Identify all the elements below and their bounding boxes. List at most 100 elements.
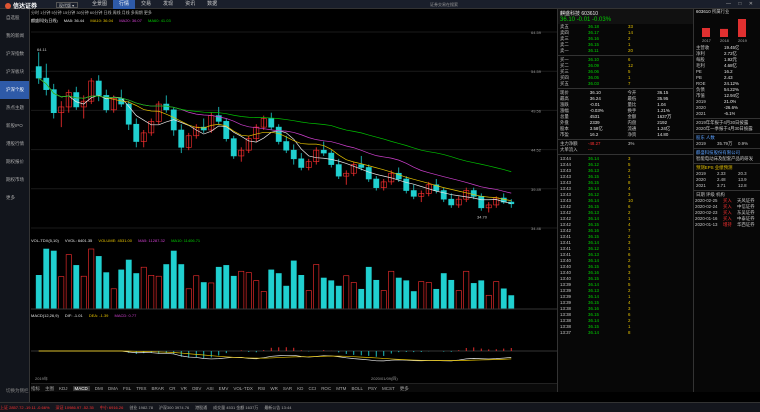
version-select[interactable]: 现代版 ▾ [56, 2, 78, 8]
sidebar-item-3[interactable]: 沪深板块 [0, 63, 29, 81]
indicator-tab-1[interactable]: 主图 [45, 386, 54, 391]
sidebar-item-8[interactable]: 期权报价 [0, 153, 29, 171]
company-business: 智能电动床及配套产品的研发 [696, 156, 754, 161]
nav-tab-0[interactable]: 全景图 [86, 0, 113, 9]
indicator-tab-4[interactable]: DMI [95, 386, 103, 391]
kline-svg[interactable]: 64.59 54.59 49.56 44.52 39.49 34.46 64.11 34.70 [31, 24, 557, 236]
volume-bar [485, 294, 492, 310]
volume-bar [350, 282, 357, 310]
volume-bar [305, 290, 312, 310]
flow-row-cell: --- [588, 147, 593, 152]
candle-body [230, 138, 237, 157]
indicator-tab-2[interactable]: KDJ [59, 386, 68, 391]
volume-bar [178, 264, 185, 310]
sidebar-item-9[interactable]: 期权市场 [0, 171, 29, 189]
rating-cell: 华西证券 [737, 222, 755, 227]
flow-row-cell [626, 147, 666, 153]
sidebar-item-10[interactable]: 更多 [0, 189, 29, 207]
vol-legend: VOL-TDX(5,10) VVOL: 6401.35 VOLUME: 4531… [31, 237, 557, 244]
indicator-tab-17[interactable]: SAR [283, 386, 292, 391]
indicator-tab-15[interactable]: RSI [258, 386, 266, 391]
indicator-tab-6[interactable]: FSL [123, 386, 131, 391]
tick-row-cell: 13:37 [560, 330, 571, 335]
volume-bar [335, 285, 342, 310]
sidebar: 自选股 我的新闻 沪深指数 沪深板块 沪深个股 热点主题 新股IPO 港股行情 期权报价 期权市场… [0, 9, 30, 402]
macd-legend: MACD(12,26,9) DIF: -1.01 DEA: -1.39 MACD… [31, 312, 557, 319]
volume-bar [298, 274, 305, 310]
volume-bar [110, 288, 117, 310]
y-tick: 39.49 [531, 187, 542, 192]
flow-row: 大单流入 --- [558, 147, 693, 153]
window-controls[interactable]: — □ ✕ [726, 1, 756, 7]
nav-tab-1[interactable]: 行情 [113, 0, 136, 9]
volume-bar [80, 275, 87, 310]
status-item-2: 中小 6916.26 [99, 405, 124, 410]
indicator-tab-0[interactable]: 指标 [31, 386, 40, 391]
nav-tab-5[interactable]: 数据 [201, 0, 223, 9]
indicator-tab-8[interactable]: BRAR [152, 386, 165, 391]
indicator-tab-16[interactable]: WR [270, 386, 278, 391]
volume-bar [35, 274, 42, 310]
sidebar-item-4[interactable]: 沪深个股 [0, 81, 29, 99]
indicator-tab-5[interactable]: DMA [108, 386, 118, 391]
nav-tab-3[interactable]: 发现 [157, 0, 179, 9]
profit-bar-year: 2019 [738, 38, 748, 43]
nav-tab-2[interactable]: 交易 [135, 0, 157, 9]
top-bar: 信达证券 现代版 ▾ 全景图 行情 交易 发现 资讯 数据 证券交易在搜索 — □ ✕ [0, 0, 760, 10]
indicator-tab-20[interactable]: ROC [321, 386, 331, 391]
indicator-tab-3[interactable]: MACD [72, 386, 90, 391]
kline-chart-area[interactable]: 分时 1分钟 5分钟 15分钟 30分钟 60分钟 日线 周线 月线 多周期 更… [31, 9, 557, 392]
candle-body [448, 198, 455, 206]
indicator-tab-14[interactable]: VOL-TDX [233, 386, 253, 391]
candle-body [125, 103, 132, 125]
indicator-tab-19[interactable]: CCI [308, 386, 316, 391]
indicator-tab-22[interactable]: BOLL [351, 386, 363, 391]
indicator-tab-11[interactable]: OBV [192, 386, 202, 391]
indicator-tab-24[interactable]: MCST [382, 386, 395, 391]
y-tick: 44.52 [531, 148, 542, 153]
indicator-tab-21[interactable]: MTM [336, 386, 346, 391]
price-change: -0.01 [576, 17, 591, 23]
period-tabs[interactable]: 分时 1分钟 5分钟 15分钟 30分钟 60分钟 日线 周线 月线 多周期 更… [31, 9, 557, 16]
ma-legend: 麒盛科技(日线) MA5: 36.44 MA10: 36.04 MA20: 36… [31, 17, 557, 24]
fin-value: -6.1% [724, 111, 736, 116]
sidebar-item-2[interactable]: 沪深指数 [0, 45, 29, 63]
sidebar-item-5[interactable]: 热点主题 [0, 99, 29, 117]
macd-label: MACD(12,26,9) [31, 313, 59, 318]
indicator-tab-9[interactable]: CR [169, 386, 176, 391]
macd-svg[interactable]: 2019年 2020/01/09(四) [31, 320, 557, 382]
ma10-label: MA10: 36.04 [90, 18, 114, 23]
candle-body [440, 190, 447, 200]
volume-bar [478, 280, 485, 310]
last-price: 36.10 [560, 17, 576, 23]
volume-bar [380, 290, 387, 310]
volume-bar [403, 280, 410, 310]
candle-body [320, 149, 327, 154]
candle-body [365, 167, 372, 180]
volume-bar [65, 254, 72, 310]
volume-bar [433, 288, 440, 310]
y-tick: 34.46 [531, 226, 542, 231]
indicator-tab-25[interactable]: 更多 [400, 386, 409, 391]
flow-row-cell: 大单流入 [560, 147, 578, 152]
indicator-tab-23[interactable]: PSY [368, 386, 377, 391]
profit-bar-chart: 2017 2018 2019 [702, 19, 748, 43]
indicator-tab-12[interactable]: ASI [206, 386, 213, 391]
nav-tab-4[interactable]: 资讯 [179, 0, 201, 9]
indicator-tab-18[interactable]: KD [297, 386, 303, 391]
volume-svg[interactable] [31, 245, 557, 311]
sidebar-toggle[interactable]: 切换为侧栏 [6, 388, 29, 394]
top-search[interactable]: 证券交易在搜索 [430, 2, 458, 8]
indicator-tab-7[interactable]: TRIX [136, 386, 146, 391]
sidebar-item-7[interactable]: 港股行情 [0, 135, 29, 153]
vol-ma10-label: MA10: 11406.71 [171, 238, 201, 243]
status-item-5: 港股通 [195, 405, 208, 410]
indicator-tab-10[interactable]: VR [181, 386, 187, 391]
sidebar-item-6[interactable]: 新股IPO [0, 117, 29, 135]
ma5-label: MA5: 36.44 [63, 18, 85, 23]
status-item-6: 成交量 4531 金额 1637万 [213, 405, 259, 410]
sidebar-item-0[interactable]: 自选股 [0, 9, 29, 27]
sidebar-item-1[interactable]: 我的新闻 [0, 27, 29, 45]
indicator-tab-13[interactable]: EMV [219, 386, 229, 391]
y-tick: 64.59 [531, 30, 542, 35]
